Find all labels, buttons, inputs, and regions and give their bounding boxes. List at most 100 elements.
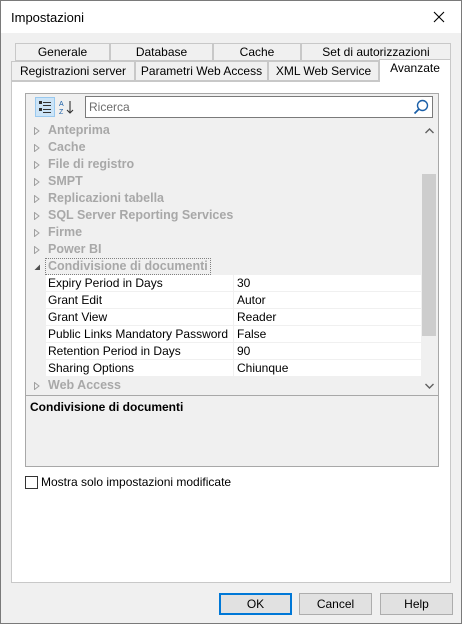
scroll-thumb[interactable] xyxy=(422,174,436,336)
triangle-right-icon[interactable] xyxy=(33,144,41,152)
property-name: Public Links Mandatory Password xyxy=(48,327,229,341)
show-modified-only-option[interactable]: Mostra solo impostazioni modificate xyxy=(25,475,231,489)
category-label: File di registro xyxy=(48,157,135,171)
close-button[interactable] xyxy=(417,1,461,33)
tab-registrazioni-server[interactable]: Registrazioni server xyxy=(11,61,135,81)
tab-xml-web-service[interactable]: XML Web Service xyxy=(268,61,379,81)
close-icon xyxy=(433,11,445,23)
search-input[interactable] xyxy=(89,98,407,116)
triangle-right-icon[interactable] xyxy=(33,127,41,135)
row-gutter xyxy=(29,292,46,309)
property-row-grant-view[interactable]: Grant View Reader xyxy=(29,309,421,326)
row-gutter xyxy=(29,343,46,360)
triangle-right-icon[interactable] xyxy=(33,195,41,203)
tab-generale[interactable]: Generale xyxy=(15,43,110,61)
ok-button[interactable]: OK xyxy=(219,593,292,615)
column-divider xyxy=(233,326,234,343)
category-label: Replicazioni tabella xyxy=(48,191,165,205)
category-row-cache[interactable]: Cache xyxy=(29,139,421,156)
triangle-right-icon[interactable] xyxy=(33,161,41,169)
categorized-view-icon xyxy=(39,101,51,113)
tab-database[interactable]: Database xyxy=(110,43,213,61)
title-bar: Impostazioni xyxy=(1,1,461,33)
column-divider xyxy=(233,309,234,326)
tab-parametri-web-access[interactable]: Parametri Web Access xyxy=(135,61,268,81)
triangle-right-icon[interactable] xyxy=(33,178,41,186)
triangle-right-icon[interactable] xyxy=(33,229,41,237)
property-row-grant-edit[interactable]: Grant Edit Autor xyxy=(29,292,421,309)
category-label: SQL Server Reporting Services xyxy=(48,208,234,222)
vertical-scrollbar[interactable] xyxy=(421,122,438,394)
tab-label: Avanzate xyxy=(390,61,440,75)
property-name: Grant Edit xyxy=(48,293,103,307)
category-row-condivisione-di-documenti[interactable]: Condivisione di documenti xyxy=(29,258,421,275)
category-label: Web Access xyxy=(48,378,121,392)
tab-label: Database xyxy=(135,45,188,59)
row-gutter xyxy=(29,275,46,292)
category-row-sql-server-reporting-services[interactable]: SQL Server Reporting Services xyxy=(29,207,421,224)
tab-label: Set di autorizzazioni xyxy=(322,45,430,59)
tab-label: Cache xyxy=(239,45,275,59)
triangle-down-icon[interactable] xyxy=(33,263,41,271)
category-row-anteprima[interactable]: Anteprima xyxy=(29,122,421,139)
property-name: Grant View xyxy=(48,310,108,324)
chevron-up-icon xyxy=(425,127,434,133)
column-divider xyxy=(233,275,234,292)
property-value[interactable]: Autor xyxy=(237,293,266,308)
property-row-expiry-period[interactable]: Expiry Period in Days 30 xyxy=(29,275,421,292)
tab-label: Registrazioni server xyxy=(19,64,127,78)
column-divider xyxy=(233,343,234,360)
category-row-smpt[interactable]: SMPT xyxy=(29,173,421,190)
category-row-power-bi[interactable]: Power BI xyxy=(29,241,421,258)
show-modified-only-checkbox[interactable] xyxy=(25,475,38,489)
category-row-file-di-registro[interactable]: File di registro xyxy=(29,156,421,173)
tab-label: XML Web Service xyxy=(275,64,372,78)
cancel-button[interactable]: Cancel xyxy=(299,593,372,615)
property-row-sharing-options[interactable]: Sharing Options Chiunque xyxy=(29,360,421,377)
svg-text:A: A xyxy=(59,101,64,108)
triangle-right-icon[interactable] xyxy=(33,382,41,390)
category-row-replicazioni-tabella[interactable]: Replicazioni tabella xyxy=(29,190,421,207)
settings-dialog: Impostazioni Generale Database Cache Set… xyxy=(0,0,462,624)
category-label: SMPT xyxy=(48,174,83,188)
search-box xyxy=(85,96,433,118)
category-row-web-access[interactable]: Web Access xyxy=(29,377,421,394)
row-gutter xyxy=(29,309,46,326)
property-value[interactable]: 30 xyxy=(237,276,250,291)
property-name: Retention Period in Days xyxy=(48,344,181,358)
window-title: Impostazioni xyxy=(11,10,84,25)
column-divider xyxy=(233,360,234,377)
tab-cache[interactable]: Cache xyxy=(213,43,301,61)
category-label: Anteprima xyxy=(48,123,110,137)
column-divider xyxy=(233,292,234,309)
tab-avanzate[interactable]: Avanzate xyxy=(379,59,451,82)
categorized-view-button[interactable] xyxy=(35,97,55,117)
property-name: Expiry Period in Days xyxy=(48,276,163,290)
category-label: Firme xyxy=(48,225,83,239)
property-list: Anteprima Cache File di registro SMPT Re… xyxy=(29,122,421,394)
svg-text:Z: Z xyxy=(59,109,64,115)
property-value[interactable]: False xyxy=(237,327,266,342)
scroll-up-button[interactable] xyxy=(421,122,438,139)
chevron-down-icon xyxy=(425,383,434,389)
triangle-right-icon[interactable] xyxy=(33,246,41,254)
property-value[interactable]: 90 xyxy=(237,344,250,359)
category-label: Cache xyxy=(48,140,86,154)
category-label: Condivisione di documenti xyxy=(45,258,211,275)
help-button[interactable]: Help xyxy=(380,593,453,615)
show-modified-only-label[interactable]: Mostra solo impostazioni modificate xyxy=(41,475,231,489)
category-row-firme[interactable]: Firme xyxy=(29,224,421,241)
description-title: Condivisione di documenti xyxy=(30,400,184,414)
property-row-public-links-mandatory-password[interactable]: Public Links Mandatory Password False xyxy=(29,326,421,343)
property-value[interactable]: Chiunque xyxy=(237,361,288,376)
alphabetical-sort-button[interactable]: A Z xyxy=(57,97,77,117)
alphabetical-sort-icon: A Z xyxy=(59,101,74,115)
property-value[interactable]: Reader xyxy=(237,310,276,325)
property-row-retention-period[interactable]: Retention Period in Days 90 xyxy=(29,343,421,360)
description-panel: Condivisione di documenti xyxy=(26,395,438,466)
triangle-right-icon[interactable] xyxy=(33,212,41,220)
category-label: Power BI xyxy=(48,242,102,256)
row-gutter xyxy=(29,360,46,377)
scroll-down-button[interactable] xyxy=(421,377,438,394)
search-icon[interactable] xyxy=(412,98,430,116)
